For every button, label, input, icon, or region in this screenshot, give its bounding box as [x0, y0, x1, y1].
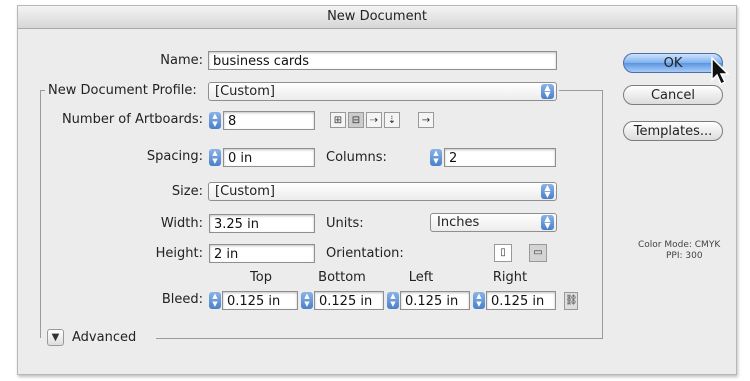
columns-stepper[interactable]: ▲ ▼	[430, 149, 442, 166]
height-label: Height:	[155, 246, 203, 261]
new-document-dialog: New Document Name: business cards New Do…	[17, 5, 737, 375]
grid-by-row-icon[interactable]: ⊞	[330, 112, 346, 128]
bleed-top-label: Top	[250, 270, 272, 285]
bleed-right-stepper[interactable]: ▲ ▼	[473, 292, 485, 309]
bleed-top-stepper[interactable]: ▲ ▼	[209, 292, 221, 309]
ok-button[interactable]: OK	[623, 53, 723, 73]
bleed-right-label: Right	[492, 270, 528, 285]
width-field[interactable]: 3.25 in	[209, 214, 315, 233]
profile-group-border-right-vertical	[602, 90, 603, 338]
width-label: Width:	[160, 216, 203, 231]
bleed-bottom-stepper[interactable]: ▲ ▼	[301, 292, 313, 309]
bleed-right-field[interactable]: 0.125 in	[486, 291, 556, 310]
units-label: Units:	[326, 216, 364, 231]
profile-select-value: [Custom]	[215, 84, 275, 99]
size-select-value: [Custom]	[215, 184, 275, 199]
portrait-icon[interactable]: ▯	[494, 244, 512, 262]
profile-group-border-right	[559, 90, 602, 91]
artboards-field[interactable]: 8	[223, 111, 315, 130]
advanced-label[interactable]: Advanced	[72, 330, 136, 345]
grid-by-column-icon[interactable]: ⊟	[348, 112, 364, 128]
height-field[interactable]: 2 in	[209, 244, 315, 263]
ppi-info: PPI: 300	[666, 251, 703, 261]
profile-label: New Document Profile:	[48, 83, 197, 98]
bleed-top-field[interactable]: 0.125 in	[222, 291, 298, 310]
templates-button[interactable]: Templates...	[623, 121, 723, 141]
spacing-field[interactable]: 0 in	[223, 148, 315, 167]
size-select[interactable]: [Custom] ▲ ▼	[208, 182, 557, 201]
profile-group-border-left-vertical	[40, 90, 41, 338]
name-label: Name:	[160, 53, 203, 68]
bleed-bottom-field[interactable]: 0.125 in	[314, 291, 384, 310]
orientation-label: Orientation:	[326, 246, 404, 261]
name-field[interactable]: business cards	[208, 51, 557, 70]
bleed-left-stepper[interactable]: ▲ ▼	[387, 292, 399, 309]
select-arrows-icon: ▲ ▼	[541, 215, 554, 230]
units-select[interactable]: Inches ▲ ▼	[430, 213, 557, 232]
dialog-title: New Document	[18, 6, 736, 29]
disclosure-triangle-icon[interactable]: ▼	[47, 329, 64, 346]
profile-select[interactable]: [Custom] ▲ ▼	[208, 82, 557, 101]
spacing-label: Spacing:	[146, 149, 203, 164]
artboards-stepper[interactable]: ▲ ▼	[209, 112, 221, 129]
columns-label: Columns:	[326, 150, 387, 165]
landscape-icon[interactable]: ▭	[529, 244, 547, 262]
bleed-bottom-label: Bottom	[318, 270, 366, 285]
spacing-stepper[interactable]: ▲ ▼	[209, 149, 221, 166]
columns-field[interactable]: 2	[444, 148, 556, 167]
cancel-button[interactable]: Cancel	[623, 85, 723, 105]
bleed-label: Bleed:	[161, 292, 203, 307]
size-label: Size:	[171, 184, 203, 199]
artboards-label: Number of Artboards:	[61, 112, 203, 127]
units-select-value: Inches	[437, 215, 480, 230]
bleed-left-field[interactable]: 0.125 in	[400, 291, 470, 310]
rtl-layout-icon[interactable]: →	[418, 112, 434, 128]
select-arrows-icon: ▲ ▼	[541, 84, 554, 99]
select-arrows-icon: ▲ ▼	[541, 184, 554, 199]
cursor-icon	[711, 56, 730, 86]
color-mode-info: Color Mode: CMYK	[638, 240, 721, 250]
arrange-by-column-icon[interactable]: ⇣	[384, 112, 400, 128]
link-icon[interactable]: ⛓	[564, 292, 578, 310]
profile-group-border-bottom	[156, 338, 603, 339]
bleed-left-label: Left	[408, 270, 434, 285]
arrange-by-row-icon[interactable]: ⇢	[366, 112, 382, 128]
